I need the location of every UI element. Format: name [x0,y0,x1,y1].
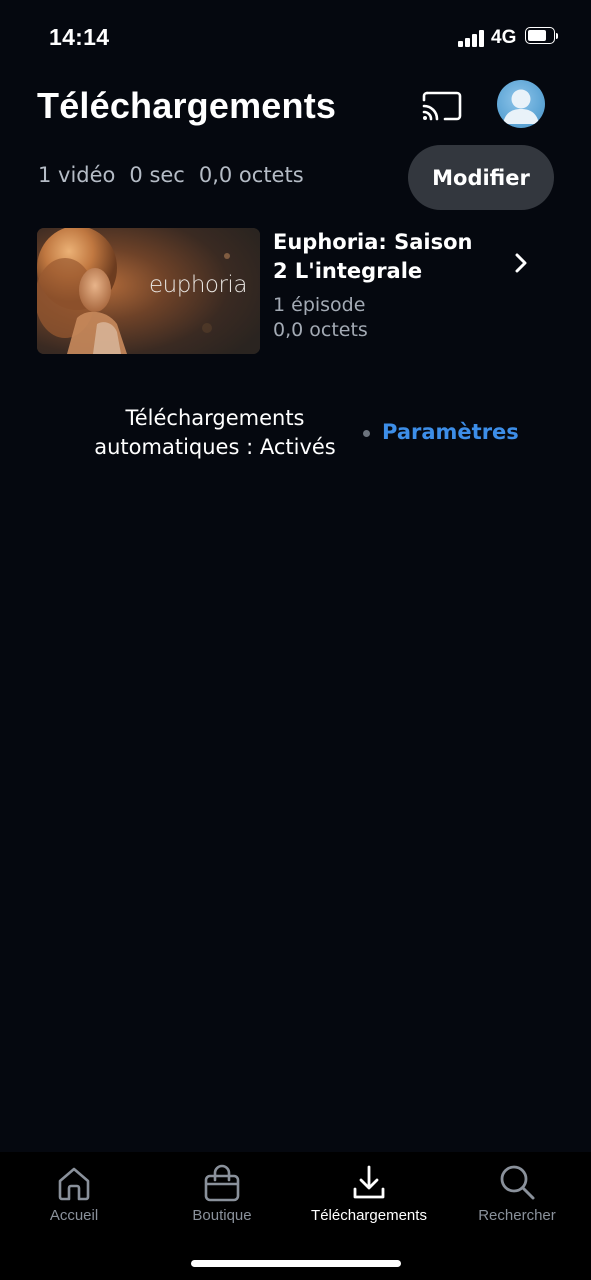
chevron-right-icon [515,253,527,273]
item-title: Euphoria: Saison 2 L'integrale [273,230,473,283]
nav-label-home: Accueil [49,1207,99,1224]
signal-icon [458,30,486,47]
download-icon [353,1165,385,1199]
auto-downloads-status: Téléchargements automatiques : Activés [94,406,336,459]
user-avatar-icon [503,89,539,124]
status-time: 14:14 [49,24,110,50]
downloads-screen: 14:14 4G Téléchargements 1 vidéo 0 sec 0… [0,0,591,1280]
nav-item-downloads[interactable]: Téléchargements [295,1152,443,1242]
total-duration: 0 sec [129,163,185,187]
nav-item-store[interactable]: Boutique [148,1152,296,1242]
thumbnail-logo: euphoria [149,272,247,298]
home-icon [58,1167,90,1201]
video-count: 1 vidéo [38,163,116,187]
settings-link[interactable]: Paramètres [382,418,519,447]
nav-label-search: Rechercher [478,1207,556,1224]
avatar[interactable] [497,80,545,128]
thumbnail: euphoria [37,228,260,354]
home-indicator [191,1260,401,1267]
nav-label-downloads: Téléchargements [311,1207,427,1224]
cast-button[interactable] [421,85,463,125]
download-item[interactable]: euphoria Euphoria: Saison 2 L'integrale … [37,228,537,354]
nav-label-store: Boutique [192,1207,252,1224]
downloads-summary: 1 vidéo 0 sec 0,0 octets [38,163,304,187]
page-title: Téléchargements [37,85,337,126]
network-type: 4G [491,27,517,48]
shopping-bag-icon [204,1164,240,1202]
status-bar: 14:14 4G [0,0,591,76]
separator-dot [363,430,370,437]
edit-button[interactable]: Modifier [408,145,554,210]
nav-item-search[interactable]: Rechercher [443,1152,591,1242]
cast-icon [422,91,462,121]
item-size: 0,0 octets [273,319,368,341]
battery-icon [525,27,558,46]
search-icon [500,1165,535,1200]
total-size: 0,0 octets [198,163,304,187]
item-episodes: 1 épisode [273,294,366,316]
nav-item-home[interactable]: Accueil [0,1152,148,1242]
